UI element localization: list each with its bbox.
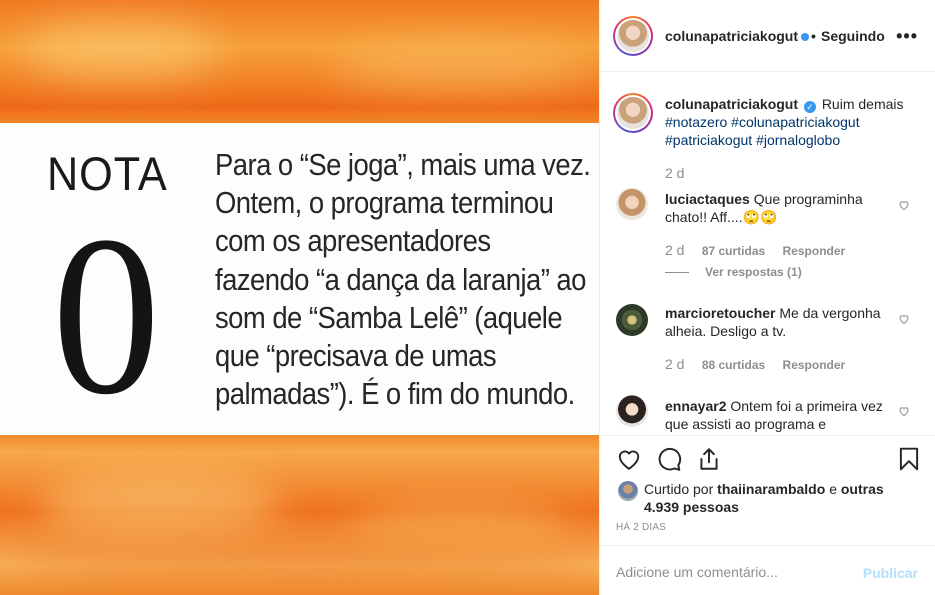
comment-likes[interactable]: 87 curtidas <box>702 244 765 258</box>
quote-line: Ontem, o programa terminou <box>215 186 554 221</box>
commenter-avatar[interactable] <box>616 395 648 427</box>
caption-time[interactable]: 2 d <box>665 165 684 181</box>
add-comment-bar: Publicar <box>600 545 935 595</box>
background-glow <box>330 40 590 90</box>
comment-meta: 2 d 88 curtidas Responder <box>665 356 859 372</box>
avatar-border <box>615 18 651 54</box>
verified-icon <box>801 33 810 42</box>
comment: luciactaques Que programinha chato!! Aff… <box>600 183 935 293</box>
liked-conj: e <box>829 481 837 497</box>
comment: ennayar2 Ontem foi a primeira vez que as… <box>600 395 935 435</box>
comment-username[interactable]: ennayar2 <box>665 398 726 414</box>
post-actions: Curtido por thaiinarambaldo e outras 4.9… <box>600 435 935 545</box>
liker-avatar[interactable] <box>618 481 638 501</box>
save-bookmark-icon[interactable] <box>896 446 922 472</box>
comment-time[interactable]: 2 d <box>665 356 684 372</box>
background-glow <box>20 20 220 80</box>
post-sidebar: colunapatriciakogut • Seguindo ••• colun… <box>599 0 935 595</box>
post-header: colunapatriciakogut • Seguindo ••• <box>600 0 935 72</box>
username-text[interactable]: colunapatriciakogut <box>665 28 798 44</box>
caption-body: Ruim demais <box>821 96 904 112</box>
comment-username[interactable]: marcioretoucher <box>665 305 775 321</box>
nota-value: 0 <box>52 190 161 442</box>
comment-text: ennayar2 Ontem foi a primeira vez que as… <box>665 397 895 433</box>
comment-username[interactable]: luciactaques <box>665 191 750 207</box>
verified-icon: ✓ <box>803 101 816 113</box>
quote-line: fazendo “a dança da laranja” ao <box>215 262 586 297</box>
caption-text: colunapatriciakogut ✓ Ruim demais #notaz… <box>665 95 915 149</box>
quote-line: Para o “Se joga”, mais uma vez. <box>215 148 591 182</box>
commenter-avatar[interactable] <box>616 304 648 336</box>
avatar-border <box>615 95 651 131</box>
more-options-icon[interactable]: ••• <box>896 26 918 47</box>
caption-username[interactable]: colunapatriciakogut <box>665 96 798 112</box>
commenter-avatar[interactable] <box>616 188 648 220</box>
comment-meta: 2 d 87 curtidas Responder <box>665 242 859 258</box>
post-image[interactable]: NOTA 0 Para o “Se joga”, mais uma vez. O… <box>0 0 599 595</box>
hashtag-link[interactable]: #notazero <box>665 114 727 130</box>
background-glow <box>40 470 280 540</box>
like-comment-heart-icon[interactable] <box>898 313 910 325</box>
quote-line: com os apresentadores <box>215 224 491 259</box>
like-comment-heart-icon[interactable] <box>898 199 910 211</box>
follow-status[interactable]: Seguindo <box>821 28 885 44</box>
comment-input[interactable] <box>616 563 856 581</box>
view-replies-button[interactable]: Ver respostas (1) <box>665 265 802 279</box>
comment-bubble-icon[interactable] <box>656 446 682 472</box>
reply-button[interactable]: Responder <box>783 244 846 258</box>
reply-button[interactable]: Responder <box>783 358 846 372</box>
caption-meta: 2 d <box>665 165 698 181</box>
view-replies-label[interactable]: Ver respostas (1) <box>705 265 802 279</box>
separator: • <box>811 28 816 44</box>
post-timestamp[interactable]: HÁ 2 DIAS <box>616 522 666 533</box>
comment-text: marcioretoucher Me da vergonha alheia. D… <box>665 304 895 340</box>
liker-username[interactable]: thaiinarambaldo <box>717 481 825 497</box>
avatar-image <box>617 97 649 129</box>
avatar[interactable] <box>613 16 653 56</box>
hashtag-link[interactable]: #patriciakogut <box>665 132 752 148</box>
liked-prefix: Curtido por <box>644 481 714 497</box>
comment-likes[interactable]: 88 curtidas <box>702 358 765 372</box>
like-heart-icon[interactable] <box>616 446 642 472</box>
review-quote: Para o “Se joga”, mais uma vez. Ontem, o… <box>215 146 591 413</box>
comments-list[interactable]: colunapatriciakogut ✓ Ruim demais #notaz… <box>600 73 935 435</box>
comment-text: luciactaques Que programinha chato!! Aff… <box>665 190 895 226</box>
hashtag-link[interactable]: #jornaloglobo <box>756 132 840 148</box>
hashtag-link[interactable]: #colunapatriciakogut <box>731 114 859 130</box>
quote-line: som de “Samba Lelê” (aquele <box>215 300 563 335</box>
comment-time[interactable]: 2 d <box>665 242 684 258</box>
publish-button[interactable]: Publicar <box>863 565 918 581</box>
avatar-image <box>617 20 649 52</box>
replies-divider <box>665 272 689 274</box>
header-username[interactable]: colunapatriciakogut <box>665 28 810 44</box>
quote-line: que “precisava de umas <box>215 338 497 373</box>
quote-line: palmadas”). É o fim do mundo. <box>215 377 575 412</box>
caption: colunapatriciakogut ✓ Ruim demais #notaz… <box>600 73 935 181</box>
avatar[interactable] <box>613 93 653 133</box>
liked-by: Curtido por thaiinarambaldo e outras 4.9… <box>644 480 914 516</box>
like-comment-heart-icon[interactable] <box>898 405 910 417</box>
comment: marcioretoucher Me da vergonha alheia. D… <box>600 301 935 397</box>
background-glow <box>0 540 599 580</box>
share-icon[interactable] <box>696 446 722 472</box>
